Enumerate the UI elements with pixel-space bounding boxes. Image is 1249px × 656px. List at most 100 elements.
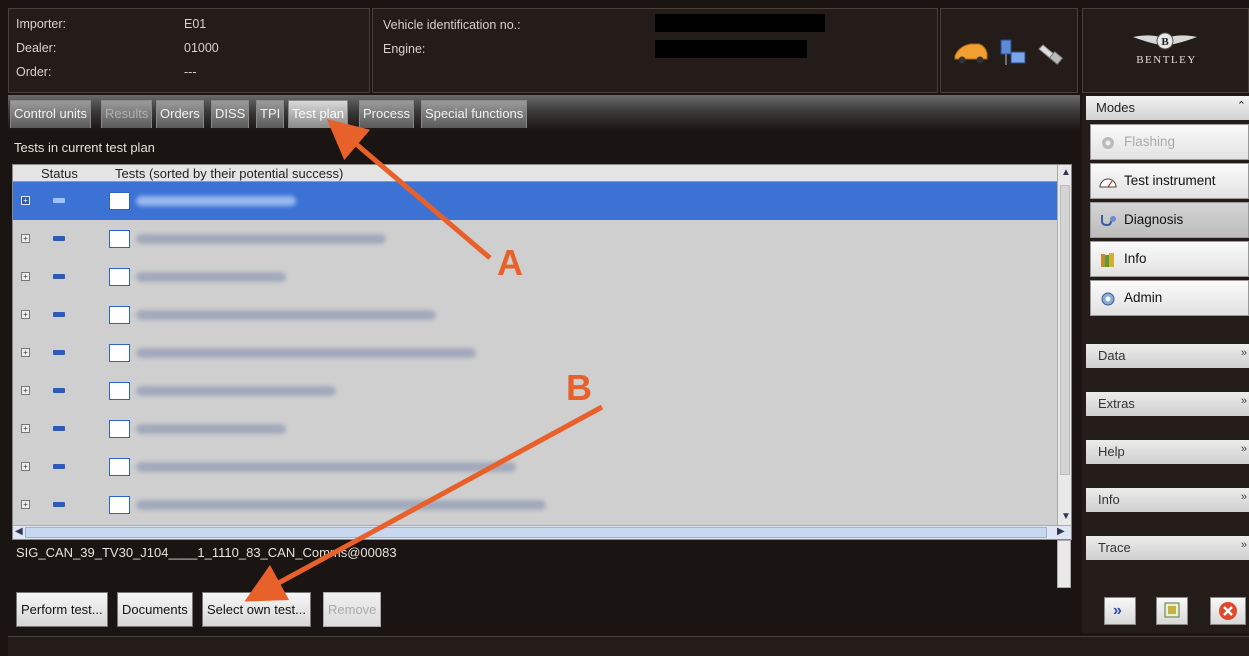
status-icon [53, 312, 65, 317]
horizontal-scrollbar[interactable]: ◀ ▶ [13, 525, 1071, 539]
status-icon [53, 274, 65, 279]
expand-icon[interactable]: + [21, 462, 30, 471]
car-icon [954, 43, 988, 64]
documents-button[interactable]: Documents [117, 592, 193, 627]
trace-section-header[interactable]: Trace » [1086, 536, 1249, 560]
scroll-left-icon[interactable]: ◀ [15, 526, 23, 537]
modes-header[interactable]: Modes ⌃ [1086, 96, 1249, 120]
tab-control-units[interactable]: Control units [10, 100, 91, 128]
scroll-right-icon[interactable]: ▶ [1057, 526, 1065, 537]
mode-flashing[interactable]: Flashing [1090, 124, 1249, 160]
redacted-test-name [136, 272, 286, 282]
bentley-logo-icon: B [1133, 32, 1197, 50]
mode-test-instrument-label: Test instrument [1124, 173, 1216, 188]
checkbox-icon[interactable] [109, 344, 130, 362]
column-status[interactable]: Status [41, 166, 78, 181]
expand-icon[interactable]: + [21, 272, 30, 281]
redacted-test-name [136, 348, 476, 358]
tab-tpi[interactable]: TPI [256, 100, 285, 128]
collapse-icon[interactable]: ⌃ [1237, 99, 1246, 112]
checkbox-icon[interactable] [109, 306, 130, 324]
mode-diagnosis-label: Diagnosis [1124, 212, 1184, 227]
expand-icon: » [1240, 491, 1247, 503]
importer-value: E01 [184, 17, 207, 31]
annotation-b: B [566, 367, 592, 408]
table-row[interactable]: + [13, 486, 1057, 524]
exit-button[interactable] [1210, 597, 1246, 625]
help-section-label: Help [1098, 444, 1125, 459]
vehicle-info-panel: Vehicle identification no.: Engine: [372, 8, 938, 93]
remove-button[interactable]: Remove [323, 592, 382, 627]
expand-icon[interactable]: + [21, 196, 30, 205]
help-section-header[interactable]: Help » [1086, 440, 1249, 464]
scroll-thumb[interactable] [1060, 185, 1070, 475]
modes-label: Modes [1096, 100, 1136, 115]
status-icon [53, 464, 65, 469]
expand-icon[interactable]: + [21, 348, 30, 357]
tab-special-functions[interactable]: Special functions [421, 100, 528, 128]
table-row[interactable]: + [13, 372, 1057, 410]
screenshot-button[interactable] [1156, 597, 1188, 625]
dealer-label: Dealer: [16, 41, 57, 55]
section-label: Tests in current test plan [14, 140, 155, 155]
expand-icon[interactable]: + [21, 310, 30, 319]
books-icon [1101, 253, 1114, 267]
table-row[interactable]: + [13, 448, 1057, 486]
tab-process[interactable]: Process [359, 100, 414, 128]
info-section-header[interactable]: Info » [1086, 488, 1249, 512]
scroll-down-icon[interactable]: ▼ [1061, 511, 1071, 522]
checkbox-icon[interactable] [109, 192, 130, 210]
expand-icon: » [1240, 347, 1247, 359]
expand-icon[interactable]: + [21, 424, 30, 433]
table-row[interactable]: + [13, 258, 1057, 296]
select-own-test-button[interactable]: Select own test... [202, 592, 311, 627]
table-row[interactable]: + [13, 220, 1057, 258]
double-chevron-right-icon: » [1113, 602, 1122, 619]
bottom-status-bar [8, 636, 1249, 656]
annotation-a: A [497, 242, 523, 283]
svg-text:B: B [1161, 36, 1169, 48]
table-row[interactable]: + [13, 334, 1057, 372]
checkbox-icon[interactable] [109, 230, 130, 248]
stethoscope-icon [1101, 215, 1116, 227]
table-header: Status Tests (sorted by their potential … [13, 165, 1059, 182]
expand-icon[interactable]: + [21, 500, 30, 509]
perform-test-button[interactable]: Perform test... [16, 592, 108, 627]
selected-test-id: SIG_CAN_39_TV30_J104____1_1110_83_CAN_Co… [16, 545, 397, 560]
scroll-up-icon[interactable]: ▲ [1061, 167, 1071, 178]
flashing-icon [1102, 137, 1114, 149]
engine-redacted [655, 40, 807, 58]
tab-orders[interactable]: Orders [156, 100, 204, 128]
tab-results[interactable]: Results [101, 100, 153, 128]
checkbox-icon[interactable] [109, 496, 130, 514]
extras-section-header[interactable]: Extras » [1086, 392, 1249, 416]
data-section-header[interactable]: Data » [1086, 344, 1249, 368]
vertical-scrollbar[interactable]: ▲ ▼ [1057, 165, 1071, 527]
checkbox-icon[interactable] [109, 420, 130, 438]
scroll-thumb[interactable] [25, 527, 1047, 538]
redacted-test-name [136, 462, 516, 472]
tab-test-plan[interactable]: Test plan [288, 100, 349, 128]
expand-icon[interactable]: + [21, 386, 30, 395]
forward-button[interactable]: » [1104, 597, 1136, 625]
trace-section-label: Trace [1098, 540, 1131, 555]
redacted-test-name [136, 196, 296, 206]
status-scrollbar[interactable] [1057, 540, 1071, 588]
checkbox-icon[interactable] [109, 458, 130, 476]
expand-icon[interactable]: + [21, 234, 30, 243]
column-tests[interactable]: Tests (sorted by their potential success… [115, 166, 343, 181]
tab-diss[interactable]: DISS [211, 100, 250, 128]
info-section-label: Info [1098, 492, 1120, 507]
checkbox-icon[interactable] [109, 268, 130, 286]
table-row[interactable]: + [13, 182, 1057, 220]
mode-info[interactable]: Info [1090, 241, 1249, 277]
checkbox-icon[interactable] [109, 382, 130, 400]
table-row[interactable]: + [13, 296, 1057, 334]
expand-icon: » [1240, 395, 1247, 407]
mode-info-label: Info [1124, 251, 1147, 266]
mode-diagnosis[interactable]: Diagnosis [1090, 202, 1249, 238]
mode-test-instrument[interactable]: Test instrument [1090, 163, 1249, 199]
data-section-label: Data [1098, 348, 1126, 363]
table-row[interactable]: + [13, 410, 1057, 448]
mode-admin[interactable]: Admin [1090, 280, 1249, 316]
